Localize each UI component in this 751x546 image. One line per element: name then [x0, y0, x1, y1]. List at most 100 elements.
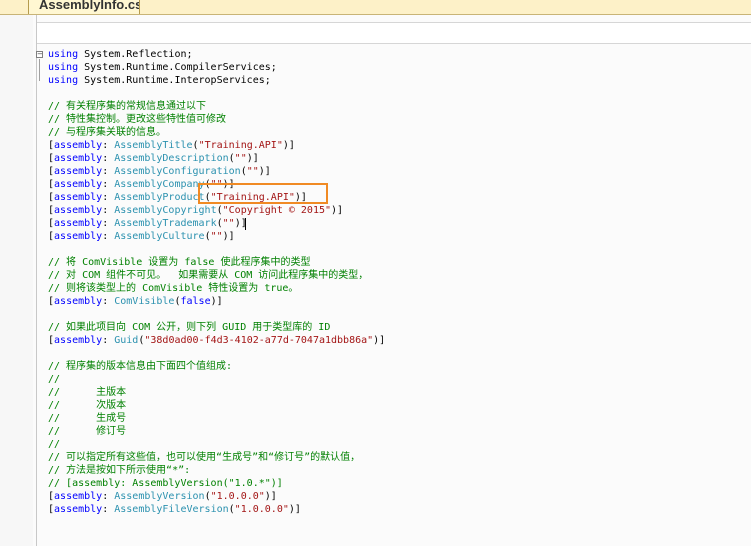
- code-line[interactable]: //: [48, 438, 385, 451]
- code-token: )]: [222, 179, 235, 190]
- code-token: )]: [264, 491, 277, 502]
- code-line[interactable]: // 方法是按如下所示使用“*”:: [48, 464, 385, 477]
- code-token-type: AssemblyCompany: [114, 179, 205, 190]
- text-cursor: [245, 218, 246, 230]
- code-line[interactable]: [assembly: AssemblyProduct("Training.API…: [48, 191, 385, 204]
- code-line[interactable]: // 将 ComVisible 设置为 false 使此程序集中的类型: [48, 256, 385, 269]
- code-line[interactable]: // [assembly: AssemblyVersion("1.0.*")]: [48, 477, 385, 490]
- code-token-comment: // 有关程序集的常规信息通过以下: [48, 101, 207, 112]
- code-token: :: [102, 205, 115, 216]
- code-line[interactable]: [assembly: AssemblyTrademark("")]: [48, 217, 385, 230]
- code-token-keyword: using: [48, 49, 79, 60]
- code-line[interactable]: [assembly: Guid("38d0ad00-f4d3-4102-a77d…: [48, 334, 385, 347]
- code-token-type: AssemblyFileVersion: [114, 504, 229, 515]
- code-token: :: [102, 218, 115, 229]
- code-token-keyword: assembly: [54, 231, 103, 242]
- code-line[interactable]: // 主版本: [48, 386, 385, 399]
- code-token-string: "1.0.0.0": [210, 491, 265, 502]
- code-token-comment: // 可以指定所有这些值，也可以使用“生成号”和“修订号”的默认值，: [48, 452, 361, 463]
- outline-line: [39, 59, 40, 81]
- code-token-comment: // 方法是按如下所示使用“*”:: [48, 465, 191, 476]
- code-token-string: "1.0.0.0": [234, 504, 289, 515]
- code-token-keyword: assembly: [54, 491, 103, 502]
- code-line[interactable]: [assembly: AssemblyConfiguration("")]: [48, 165, 385, 178]
- editor-gutter: [0, 15, 33, 546]
- code-line[interactable]: [assembly: AssemblyFileVersion("1.0.0.0"…: [48, 503, 385, 516]
- code-token-string: "Training.API": [198, 140, 283, 151]
- code-token-keyword: assembly: [54, 335, 103, 346]
- code-token-keyword: assembly: [54, 205, 103, 216]
- code-line[interactable]: // 如果此项目向 COM 公开，则下列 GUID 用于类型库的 ID: [48, 321, 385, 334]
- collapse-icon[interactable]: −: [36, 51, 43, 58]
- code-token: :: [102, 153, 115, 164]
- code-token-comment: // 修订号: [48, 426, 127, 437]
- code-token-type: AssemblyProduct: [114, 192, 205, 203]
- code-line[interactable]: [48, 243, 385, 256]
- code-token: )]: [373, 335, 386, 346]
- code-token-keyword: using: [48, 62, 79, 73]
- code-line[interactable]: // 修订号: [48, 425, 385, 438]
- code-line[interactable]: // 次版本: [48, 399, 385, 412]
- code-token: System.Runtime.CompilerServices;: [78, 62, 277, 73]
- code-token-type: AssemblyDescription: [114, 153, 229, 164]
- code-line[interactable]: // 则将该类型上的 ComVisible 特性设置为 true。: [48, 282, 385, 295]
- code-line[interactable]: [assembly: AssemblyDescription("")]: [48, 152, 385, 165]
- code-token: :: [102, 192, 115, 203]
- code-token-comment: //: [48, 374, 61, 385]
- code-token: :: [102, 491, 115, 502]
- code-token: System.Reflection;: [78, 49, 193, 60]
- code-token-comment: // 与程序集关联的信息。: [48, 127, 167, 138]
- code-line[interactable]: // 特性集控制。更改这些特性值可修改: [48, 113, 385, 126]
- code-token-comment: // 特性集控制。更改这些特性值可修改: [48, 114, 227, 125]
- code-line[interactable]: [assembly: AssemblyVersion("1.0.0.0")]: [48, 490, 385, 503]
- code-token: )]: [294, 192, 307, 203]
- code-token-keyword: assembly: [54, 153, 103, 164]
- code-line[interactable]: // 有关程序集的常规信息通过以下: [48, 100, 385, 113]
- code-line[interactable]: // 与程序集关联的信息。: [48, 126, 385, 139]
- code-line[interactable]: // 程序集的版本信息由下面四个值组成:: [48, 360, 385, 373]
- code-line[interactable]: [assembly: AssemblyCompany("")]: [48, 178, 385, 191]
- code-line[interactable]: //: [48, 373, 385, 386]
- code-token-type: AssemblyVersion: [114, 491, 205, 502]
- code-line[interactable]: [assembly: AssemblyCulture("")]: [48, 230, 385, 243]
- code-token-type: AssemblyTrademark: [114, 218, 217, 229]
- code-token-keyword: assembly: [54, 140, 103, 151]
- code-line[interactable]: // 对 COM 组件不可见。 如果需要从 COM 访问此程序集中的类型，: [48, 269, 385, 282]
- code-line[interactable]: using System.Runtime.InteropServices;: [48, 74, 385, 87]
- code-token-type: AssemblyCopyright: [114, 205, 217, 216]
- code-text[interactable]: using System.Reflection; using System.Run…: [48, 48, 385, 516]
- code-token-comment: // [assembly: AssemblyVersion("1.0.*")]: [48, 478, 283, 489]
- code-token-keyword: assembly: [54, 166, 103, 177]
- code-token-comment: // 生成号: [48, 413, 127, 424]
- code-line[interactable]: [48, 308, 385, 321]
- code-token: )]: [210, 296, 223, 307]
- code-token-string: "": [234, 153, 247, 164]
- code-token-comment: // 将 ComVisible 设置为 false 使此程序集中的类型: [48, 257, 311, 268]
- code-token: )]: [246, 153, 259, 164]
- code-token-string: "": [246, 166, 259, 177]
- code-token-string: "": [210, 179, 223, 190]
- code-token: )]: [331, 205, 344, 216]
- code-token-string: "Training.API": [210, 192, 295, 203]
- code-line[interactable]: using System.Reflection;: [48, 48, 385, 61]
- code-token-comment: // 程序集的版本信息由下面四个值组成:: [48, 361, 233, 372]
- code-line[interactable]: [assembly: ComVisible(false)]: [48, 295, 385, 308]
- code-line[interactable]: [assembly: AssemblyTitle("Training.API")…: [48, 139, 385, 152]
- code-line[interactable]: [assembly: AssemblyCopyright("Copyright …: [48, 204, 385, 217]
- code-line[interactable]: // 可以指定所有这些值，也可以使用“生成号”和“修订号”的默认值，: [48, 451, 385, 464]
- code-token-string: "38d0ad00-f4d3-4102-a77d-7047a1dbb86a": [144, 335, 374, 346]
- code-token: :: [102, 296, 115, 307]
- code-line[interactable]: using System.Runtime.CompilerServices;: [48, 61, 385, 74]
- code-token-string: "": [210, 231, 223, 242]
- code-token-type: ComVisible: [114, 296, 175, 307]
- code-token: :: [102, 231, 115, 242]
- tab-assemblyinfo[interactable]: AssemblyInfo.cs: [28, 0, 140, 14]
- code-token: System.Runtime.InteropServices;: [78, 75, 271, 86]
- code-line[interactable]: [48, 87, 385, 100]
- document-tab-strip: AssemblyInfo.cs: [0, 0, 751, 15]
- code-token: )]: [288, 504, 301, 515]
- code-line[interactable]: // 生成号: [48, 412, 385, 425]
- code-line[interactable]: [48, 347, 385, 360]
- navigation-bar[interactable]: [37, 22, 751, 44]
- code-token-type: AssemblyCulture: [114, 231, 205, 242]
